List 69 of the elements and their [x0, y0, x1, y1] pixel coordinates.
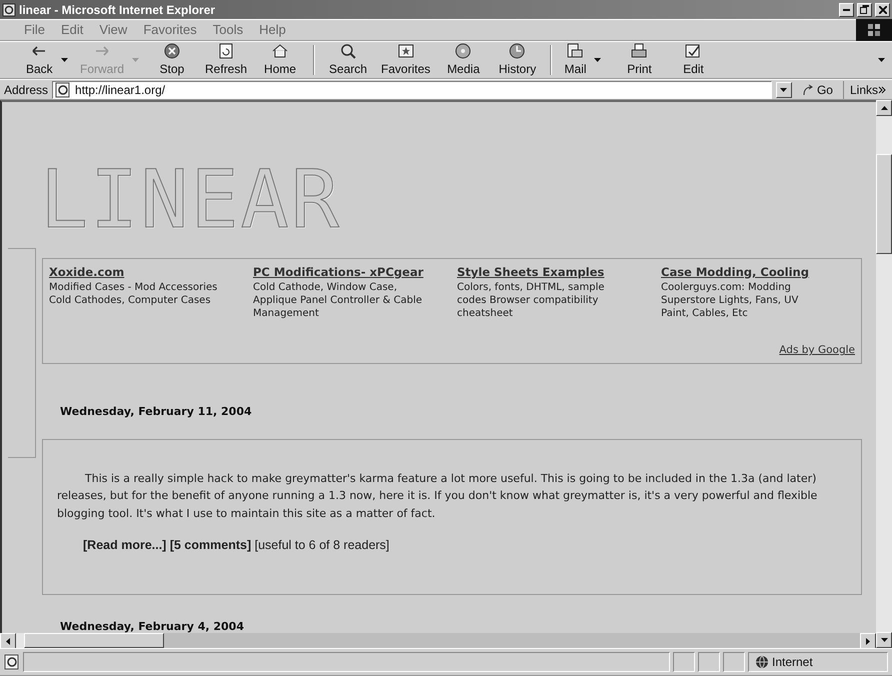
address-dropdown-button[interactable] — [776, 82, 792, 98]
ad-link[interactable]: Case Modding, Cooling — [661, 265, 809, 279]
minimize-button[interactable] — [839, 2, 854, 16]
left-arrow-icon — [6, 638, 10, 644]
page-icon — [55, 82, 72, 98]
address-field[interactable]: http://linear1.org/ — [52, 80, 772, 98]
menu-item[interactable]: Favorites — [137, 20, 203, 40]
links-button[interactable]: Links — [842, 80, 892, 98]
security-zone: Internet — [772, 654, 813, 671]
toolbar-button[interactable]: Stop — [145, 42, 200, 78]
menu-item[interactable]: Tools — [206, 20, 250, 40]
menu-item[interactable]: Edit — [54, 20, 90, 40]
scroll-right-button[interactable] — [860, 633, 876, 649]
toolbar-button[interactable]: Refresh — [199, 42, 254, 78]
status-pane — [723, 652, 745, 672]
ad-link[interactable]: Xoxide.com — [49, 265, 124, 279]
ad-description: Coolerguys.com: Modding Superstore Lights, Fans, UV Paint, Cables, Etc — [661, 281, 800, 320]
ad-description: Cold Cathode, Window Case, Applique Panel Controller & Cable Management — [253, 281, 423, 320]
go-arrow-icon — [802, 84, 814, 96]
scroll-left-button[interactable] — [0, 633, 16, 649]
toolbar-button[interactable]: Media — [436, 42, 490, 78]
caret-icon — [594, 58, 602, 62]
scroll-down-button[interactable] — [876, 632, 892, 648]
toolbar-button[interactable]: History — [490, 42, 544, 78]
scrollbar-thumb[interactable] — [24, 633, 164, 648]
ad-link[interactable]: PC Modifications- xPCgear — [253, 265, 424, 279]
minimize-icon — [843, 8, 850, 10]
ads-credit-link[interactable]: Ads by Google — [779, 343, 855, 359]
status-pane — [698, 652, 720, 672]
post-date: Wednesday, February 4, 2004 — [60, 618, 245, 633]
menu-item[interactable]: View — [93, 20, 134, 40]
globe-icon — [755, 655, 769, 669]
address-label: Address — [4, 82, 48, 98]
down-arrow-icon — [880, 638, 888, 642]
toolbar-button[interactable]: Mail — [558, 42, 612, 78]
toolbar-button[interactable]: Back — [20, 42, 74, 78]
up-arrow-icon — [880, 106, 888, 110]
maximize-button[interactable] — [857, 2, 872, 16]
toolbar-button[interactable]: Edit — [666, 42, 720, 78]
close-button[interactable] — [875, 2, 890, 16]
ad-link[interactable]: Style Sheets Examples — [457, 265, 604, 279]
chevron-icon — [878, 84, 886, 94]
toolbar-button[interactable]: Search — [321, 42, 376, 78]
caret-icon — [780, 88, 788, 92]
home-icon — [271, 42, 290, 60]
close-icon — [878, 6, 886, 14]
toolbar-button[interactable]: Favorites — [375, 42, 436, 78]
window-title: linear - Microsoft Internet Explorer — [19, 2, 216, 18]
scroll-up-button[interactable] — [876, 100, 892, 116]
maximize-icon — [860, 5, 869, 14]
toolbar-button[interactable]: Home — [253, 42, 308, 78]
post-footer: [Read more...] [5 comments] [useful to 6 of 8 readers] — [83, 536, 847, 556]
toolbar-button[interactable]: Print — [612, 42, 666, 78]
go-button[interactable]: Go — [796, 80, 839, 98]
status-pane — [673, 652, 695, 672]
menu-item[interactable]: Help — [253, 20, 292, 40]
caret-icon — [132, 58, 140, 62]
caret-icon — [60, 58, 68, 62]
menu-item[interactable]: File — [18, 20, 51, 40]
ad-description: Modified Cases - Mod Accessories Cold Cathodes, Computer Cases — [49, 281, 218, 308]
ad-description: Colors, fonts, DHTML, sample codes Browser compatibility cheatsheet — [457, 281, 606, 320]
site-logo: LINEAR — [40, 160, 341, 240]
search-icon — [339, 42, 358, 60]
page-status-icon — [4, 654, 20, 670]
right-arrow-icon — [866, 638, 870, 644]
post-text: This is a really simple hack to make greymatter's karma feature a lot more useful. This is going to be included in the 1.3a (and later) releases, but for the benefit of anyone running a 1.3 now, here it is. If you don't know what greymatter is, it's a very powerful and flexible blogging tool. It's what I use to maintain this site as a matter of fact. — [57, 470, 818, 522]
post-date: Wednesday, February 11, 2004 — [60, 404, 253, 420]
scrollbar-thumb[interactable] — [876, 154, 892, 254]
browser-icon — [2, 2, 16, 16]
